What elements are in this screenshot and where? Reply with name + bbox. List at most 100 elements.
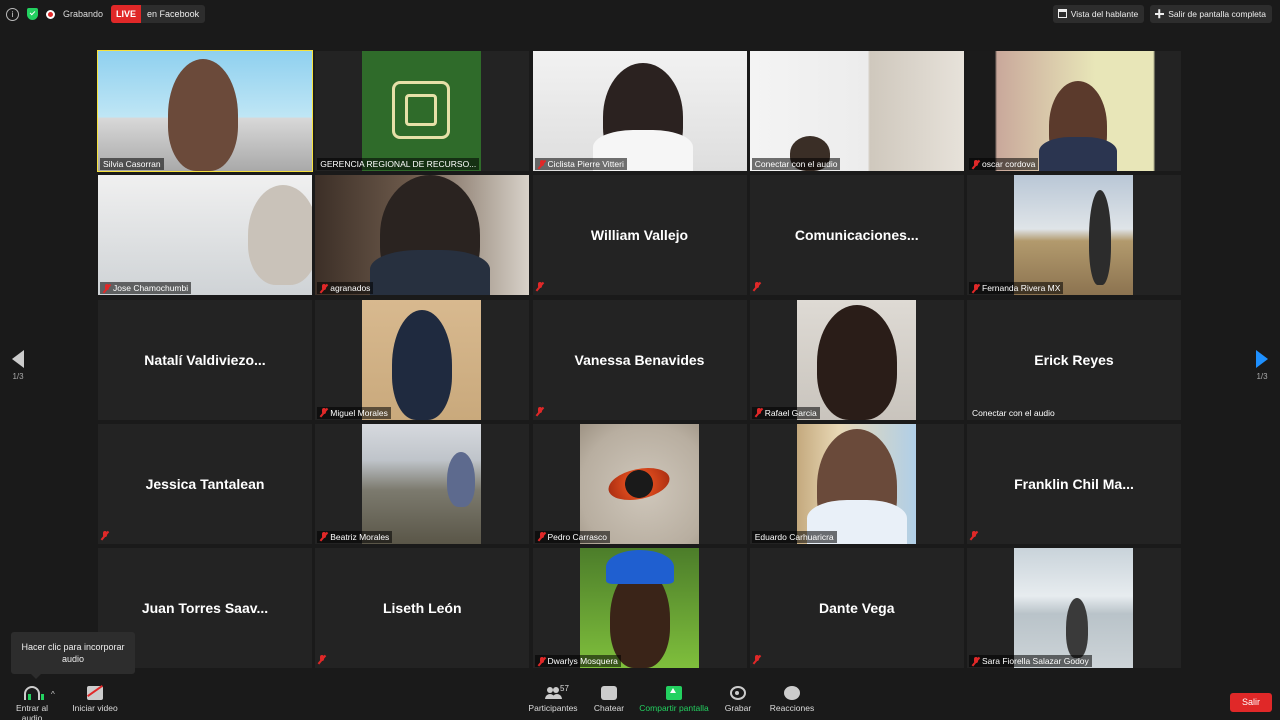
speaker-view-button[interactable]: Vista del hablante bbox=[1052, 5, 1145, 23]
participant-name: Rafael Garcia bbox=[764, 407, 817, 418]
participant-name-label: Fernanda Rivera MX bbox=[969, 282, 1064, 295]
participant-tile-comunicaciones[interactable]: Comunicaciones... bbox=[749, 175, 964, 296]
participants-button[interactable]: 57 Participantes bbox=[527, 684, 579, 713]
participant-name-label: oscar cordova bbox=[969, 158, 1039, 170]
exit-fullscreen-button[interactable]: Salir de pantalla completa bbox=[1150, 5, 1272, 23]
live-badge: LIVE bbox=[111, 5, 142, 23]
page-indicator-right: 1/3 bbox=[1256, 372, 1268, 381]
participant-tile-oscar-cordova[interactable]: oscar cordova bbox=[967, 51, 1181, 171]
participant-tile-pedro-carrasco[interactable]: Pedro Carrasco bbox=[532, 423, 747, 544]
recording-icon bbox=[46, 9, 55, 19]
page-indicator-left: 1/3 bbox=[12, 372, 24, 381]
participant-video bbox=[579, 548, 699, 668]
participant-name-label: Miguel Morales bbox=[317, 406, 391, 419]
leave-meeting-button[interactable]: Salir bbox=[1230, 693, 1272, 712]
participant-video bbox=[362, 423, 482, 544]
participant-tile-conectar-con-el-audio[interactable]: Conectar con el audio bbox=[749, 51, 964, 171]
muted-mic-icon bbox=[320, 283, 328, 293]
security-shield-icon[interactable] bbox=[27, 8, 38, 20]
participant-tile-vanessa-benavides[interactable]: Vanessa Benavides bbox=[532, 299, 747, 420]
participant-tile-franklin-chil-ma[interactable]: Franklin Chil Ma... bbox=[967, 423, 1181, 544]
muted-mic-icon bbox=[972, 159, 980, 169]
participant-display-name: Dante Vega bbox=[819, 600, 895, 616]
participant-tile-william-vallejo[interactable]: William Vallejo bbox=[532, 175, 747, 296]
top-bar-status: i Grabando LIVE en Facebook bbox=[6, 5, 206, 23]
participant-name-label: Ciclista Pierre Vitteri bbox=[534, 158, 627, 170]
participant-name: Dwarlys Mosquera bbox=[547, 656, 618, 666]
recording-label: Grabando bbox=[63, 9, 104, 19]
participant-name-label: Pedro Carrasco bbox=[534, 530, 611, 543]
start-video-button[interactable]: Iniciar video bbox=[70, 686, 120, 713]
live-destination: en Facebook bbox=[147, 9, 200, 19]
hard-hat bbox=[605, 550, 674, 584]
muted-mic-icon bbox=[538, 656, 546, 666]
participant-silhouette bbox=[168, 59, 238, 171]
info-icon[interactable]: i bbox=[6, 7, 19, 21]
participant-name: Pedro Carrasco bbox=[547, 531, 608, 542]
participant-tile-agranados[interactable]: agranados bbox=[315, 175, 530, 296]
arrow-right-icon[interactable] bbox=[1256, 350, 1268, 368]
reactions-button[interactable]: Reacciones bbox=[769, 686, 815, 713]
record-button[interactable]: Grabar bbox=[722, 686, 754, 713]
participant-tile-beatriz-morales[interactable]: Beatriz Morales bbox=[315, 423, 530, 544]
participant-tile-eduardo-carhuaricra[interactable]: Eduardo Carhuaricra bbox=[749, 423, 964, 544]
arrow-left-icon[interactable] bbox=[12, 350, 24, 368]
muted-mic-icon bbox=[755, 408, 763, 417]
participant-video bbox=[749, 51, 964, 171]
participant-name: Jose Chamochumbi bbox=[113, 283, 189, 294]
reactions-label: Reacciones bbox=[769, 703, 815, 713]
participant-tile-natali-valdiviezo[interactable]: Natalí Valdiviezo... bbox=[98, 299, 312, 420]
gallery-grid: Silvia Casorran GERENCIA REGIONAL DE RECU… bbox=[97, 50, 1181, 668]
participant-tile-dante-vega[interactable]: Dante Vega bbox=[749, 548, 964, 668]
participant-name-label: Eduardo Carhuaricra bbox=[751, 530, 837, 543]
muted-mic-icon bbox=[320, 408, 328, 417]
share-screen-button[interactable]: Compartir pantalla bbox=[639, 686, 709, 713]
participant-display-name: Comunicaciones... bbox=[794, 227, 919, 244]
join-audio-label: Entrar al audio bbox=[15, 703, 49, 720]
muted-mic-icon bbox=[972, 656, 980, 666]
muted-mic-icon bbox=[972, 283, 980, 293]
spider-photo-subject bbox=[605, 462, 672, 505]
participant-video bbox=[796, 423, 916, 544]
participant-tile-ciclista-pierre-vitteri[interactable]: Ciclista Pierre Vitteri bbox=[532, 51, 747, 171]
participant-video bbox=[98, 51, 312, 171]
participant-tile-dwarlys-mosquera[interactable]: Dwarlys Mosquera bbox=[532, 548, 747, 668]
share-screen-icon bbox=[666, 686, 682, 700]
participants-icon: 57 bbox=[545, 684, 569, 700]
next-page-nav[interactable]: 1/3 bbox=[1252, 350, 1272, 381]
zoom-meeting-window: i Grabando LIVE en Facebook Vista del ha… bbox=[0, 0, 1280, 720]
participant-name: Beatriz Morales bbox=[330, 531, 390, 542]
exit-fullscreen-label: Salir de pantalla completa bbox=[1168, 9, 1266, 19]
participant-tile-rafael-garcia[interactable]: Rafael Garcia bbox=[749, 299, 964, 420]
muted-mic-icon bbox=[753, 655, 761, 664]
participant-silhouette bbox=[447, 451, 476, 507]
participant-video bbox=[1014, 175, 1133, 296]
previous-page-nav[interactable]: 1/3 bbox=[8, 350, 28, 381]
participant-name-label: Conectar con el audio bbox=[751, 158, 841, 170]
participant-name: oscar cordova bbox=[982, 159, 1036, 169]
participant-tile-miguel-morales[interactable]: Miguel Morales bbox=[315, 299, 530, 420]
audio-options-caret-icon[interactable]: ^ bbox=[51, 690, 55, 699]
participant-tile-erick-reyes[interactable]: Erick Reyes Conectar con el audio bbox=[967, 299, 1181, 420]
muted-mic-icon bbox=[970, 530, 978, 540]
participant-name: Conectar con el audio bbox=[754, 159, 838, 169]
muted-mic-icon bbox=[538, 532, 546, 541]
speaker-view-icon bbox=[1057, 9, 1067, 18]
participant-tile-sara-fiorella-salazar-godoy[interactable]: Sara Fiorella Salazar Godoy bbox=[967, 548, 1181, 668]
participant-tile-jose-chamochumbi[interactable]: Jose Chamochumbi bbox=[98, 175, 312, 296]
chat-button[interactable]: Chatear bbox=[590, 686, 628, 713]
participant-tile-jessica-tantalean[interactable]: Jessica Tantalean bbox=[98, 423, 312, 544]
participant-tile-liseth-leon[interactable]: Liseth León bbox=[315, 548, 530, 668]
participant-tile-silvia-casorran[interactable]: Silvia Casorran bbox=[97, 50, 313, 172]
live-stream-chip[interactable]: LIVE en Facebook bbox=[111, 5, 206, 23]
participant-video bbox=[967, 51, 1181, 171]
participant-silhouette bbox=[248, 185, 312, 286]
participant-tile-fernanda-rivera-mx[interactable]: Fernanda Rivera MX bbox=[967, 175, 1181, 296]
participant-silhouette bbox=[392, 309, 453, 420]
participants-count: 57 bbox=[560, 684, 569, 693]
participant-display-name: Jessica Tantalean bbox=[145, 475, 265, 492]
participant-tile-gerencia-regional-de-recurso[interactable]: GERENCIA REGIONAL DE RECURSO... bbox=[315, 51, 530, 171]
muted-mic-icon bbox=[753, 282, 761, 291]
video-off-icon bbox=[87, 686, 103, 700]
participant-logo bbox=[362, 51, 482, 171]
